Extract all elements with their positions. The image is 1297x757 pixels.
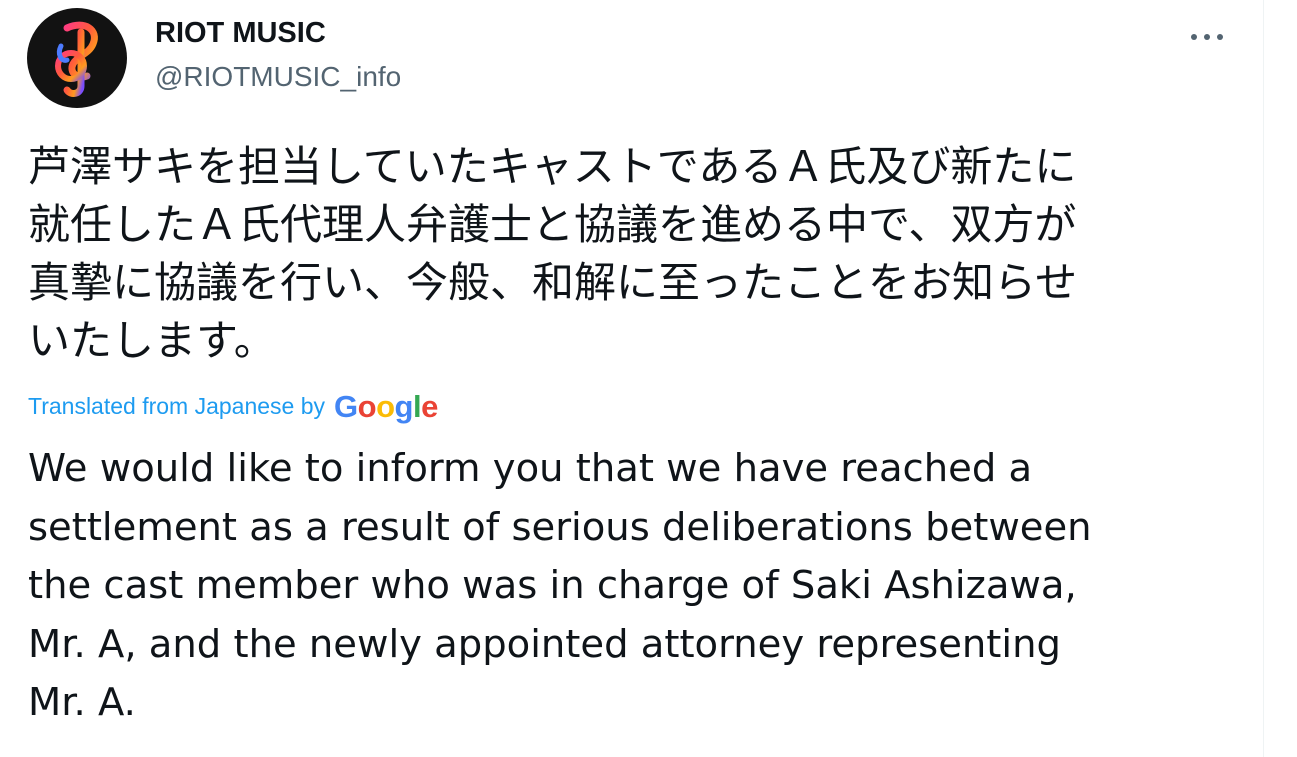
more-horizontal-icon (1204, 34, 1210, 40)
translated-from-label[interactable]: Translated from Japanese by (28, 391, 325, 421)
avatar[interactable] (27, 8, 127, 108)
tweet-text-original: 芦澤サキを担当していたキャストであるＡ氏及び新たに 就任したＡ氏代理人弁護士と協… (28, 142, 1078, 365)
timeline-column-border (1263, 0, 1264, 757)
riot-music-logo-icon (55, 21, 98, 97)
author-display-name[interactable]: RIOT MUSIC (155, 16, 326, 50)
more-options-button[interactable] (1187, 22, 1227, 52)
tweet-text-translated: We would like to inform you that we have… (28, 446, 1092, 725)
author-handle[interactable]: @RIOTMUSIC_info (155, 60, 401, 94)
more-horizontal-icon (1191, 34, 1197, 40)
more-horizontal-icon (1217, 34, 1223, 40)
tweet-header: RIOT MUSIC @RIOTMUSIC_info (27, 8, 1237, 108)
google-logo: Google (334, 389, 438, 424)
translation-attribution[interactable]: Translated from Japanese by Google (28, 388, 438, 424)
tweet: RIOT MUSIC @RIOTMUSIC_info 芦澤サキを担当していたキャ… (0, 0, 1263, 757)
